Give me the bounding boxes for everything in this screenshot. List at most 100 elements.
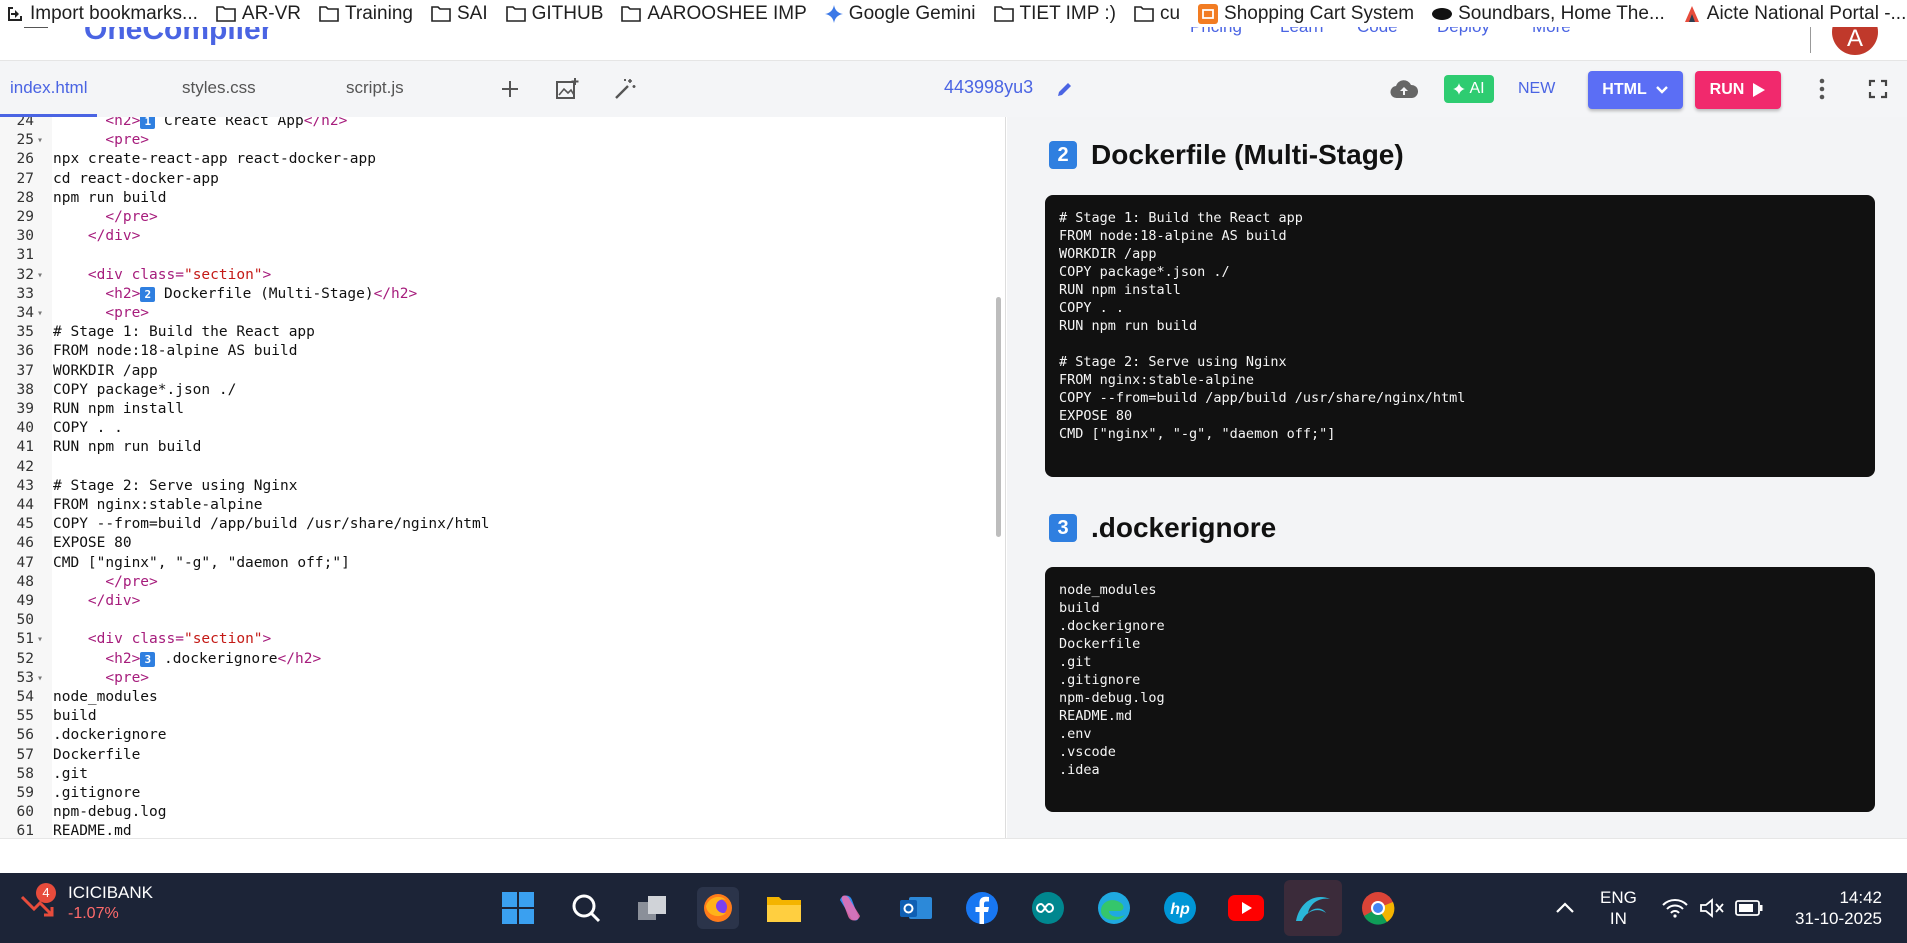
code-line[interactable]: 32 ▾ <div class="section"> [0,266,1000,285]
code-line[interactable]: 50 [0,611,1000,630]
code-line[interactable]: 47 CMD ["nginx", "-g", "daemon off;"] [0,554,1000,573]
bookmark-folder-aarooshee[interactable]: AAROOSHEE IMP [621,3,807,25]
stock-widget[interactable]: 4 ICICIBANK -1.07% [20,883,153,927]
code-line[interactable]: 52 <h2> 3 .dockerignore</h2> [0,650,1000,669]
fold-arrow-icon[interactable]: ▾ [37,131,43,150]
tab-styles-css[interactable]: styles.css [182,61,256,117]
code-line[interactable]: 36 FROM node:18-alpine AS build [0,342,1000,361]
tab-index-html[interactable]: index.html [0,61,98,117]
volume-muted-icon[interactable] [1691,887,1733,929]
code-line[interactable]: 33 <h2> 2 Dockerfile (Multi-Stage)</h2> [0,285,1000,304]
code-line[interactable]: 53 ▾ <pre> [0,669,1000,688]
wifi-icon[interactable] [1654,887,1696,929]
run-button[interactable]: RUN [1695,71,1781,109]
code-line[interactable]: 38 COPY package*.json ./ [0,381,1000,400]
hp-icon[interactable]: hp [1159,887,1201,929]
bookmark-gemini[interactable]: Google Gemini [824,3,976,25]
nav-more[interactable]: More [1532,27,1571,37]
code-line[interactable]: 51 ▾ <div class="section"> [0,630,1000,649]
code-line[interactable]: 41 RUN npm run build [0,438,1000,457]
tab-script-js[interactable]: script.js [346,61,404,117]
bookmark-folder-cu[interactable]: cu [1134,3,1180,25]
code-line[interactable]: 61 README.md [0,822,1000,838]
ai-button[interactable]: AI [1444,75,1494,103]
bookmark-aicte[interactable]: Aicte National Portal -... [1683,3,1906,25]
wave-app-icon[interactable] [1284,880,1342,936]
code-line[interactable]: 49 </div> [0,592,1000,611]
arduino-icon[interactable] [1027,887,1069,929]
copilot-icon[interactable] [829,887,871,929]
code-line[interactable]: 40 COPY . . [0,419,1000,438]
add-file-icon[interactable] [496,75,524,103]
outlook-icon[interactable] [895,887,937,929]
code-line[interactable]: 29 </pre> [0,208,1000,227]
language-select-button[interactable]: HTML [1588,71,1683,109]
app-logo[interactable]: OneCompiler [84,27,272,47]
code-line[interactable]: 58 .git [0,765,1000,784]
magic-wand-icon[interactable] [611,75,639,103]
avatar[interactable]: A [1832,27,1878,55]
bookmark-soundbars[interactable]: Soundbars, Home The... [1432,3,1665,25]
chevron-up-icon[interactable] [1544,887,1586,929]
nav-learn[interactable]: Learn [1280,27,1323,37]
code-line[interactable]: 39 RUN npm install [0,400,1000,419]
code-line[interactable]: 45 COPY --from=build /app/build /usr/shar… [0,515,1000,534]
fold-arrow-icon[interactable]: ▾ [37,630,43,649]
code-line[interactable]: 26 npx create-react-app react-docker-app [0,150,1000,169]
code-line[interactable]: 57 Dockerfile [0,746,1000,765]
youtube-icon[interactable] [1225,887,1267,929]
fold-arrow-icon[interactable]: ▾ [37,304,43,323]
hamburger-icon[interactable] [24,27,48,28]
nav-deploy[interactable]: Deploy [1437,27,1490,37]
fold-arrow-icon[interactable]: ▾ [37,669,43,688]
code-line[interactable]: 27 cd react-docker-app [0,170,1000,189]
new-button[interactable]: NEW [1518,80,1555,98]
firefox-icon[interactable] [697,887,739,929]
code-line[interactable]: 37 WORKDIR /app [0,362,1000,381]
edit-pencil-icon[interactable] [1051,75,1079,103]
search-icon[interactable] [565,887,607,929]
chrome-icon[interactable] [1357,887,1399,929]
bookmark-folder-tiet[interactable]: TIET IMP :) [993,3,1116,25]
code-line[interactable]: 60 npm-debug.log [0,803,1000,822]
task-view-icon[interactable] [631,887,673,929]
bookmark-import[interactable]: Import bookmarks... [6,3,198,25]
code-line[interactable]: 55 build [0,707,1000,726]
battery-icon[interactable] [1728,887,1770,929]
bookmark-folder-sai[interactable]: SAI [431,3,488,25]
code-line[interactable]: 35 # Stage 1: Build the React app [0,323,1000,342]
fold-arrow-icon[interactable]: ▾ [37,266,43,285]
windows-start-icon[interactable] [497,887,539,929]
code-line[interactable]: 30 </div> [0,227,1000,246]
code-line[interactable]: 42 [0,458,1000,477]
code-line[interactable]: 54 node_modules [0,688,1000,707]
bookmark-folder-training[interactable]: Training [319,3,413,25]
facebook-icon[interactable] [961,887,1003,929]
fullscreen-icon[interactable] [1864,75,1892,103]
file-explorer-icon[interactable] [763,887,805,929]
bookmark-folder-ar-vr[interactable]: AR-VR [216,3,301,25]
code-line[interactable]: 31 [0,246,1000,265]
code-editor[interactable]: 24 <h2> 1 Create React App</h2> 25 ▾ <pre> 2… [0,117,1006,838]
edge-icon[interactable] [1093,887,1135,929]
code-line[interactable]: 59 .gitignore [0,784,1000,803]
more-options-icon[interactable] [1808,75,1836,103]
editor-scrollbar[interactable] [996,297,1001,537]
code-line[interactable]: 25 ▾ <pre> [0,131,1000,150]
code-line[interactable]: 43 # Stage 2: Serve using Nginx [0,477,1000,496]
code-line[interactable]: 56 .dockerignore [0,726,1000,745]
code-line[interactable]: 28 npm run build [0,189,1000,208]
nav-code[interactable]: Code [1357,27,1398,37]
cloud-upload-icon[interactable] [1390,75,1418,103]
language-indicator[interactable]: ENG IN [1600,887,1637,929]
code-line[interactable]: 48 </pre> [0,573,1000,592]
clock[interactable]: 14:42 31-10-2025 [1786,887,1882,929]
code-line[interactable]: 46 EXPOSE 80 [0,534,1000,553]
add-image-icon[interactable] [553,75,581,103]
nav-pricing[interactable]: Pricing [1190,27,1242,37]
bookmark-folder-github[interactable]: GITHUB [505,3,603,25]
code-line[interactable]: 24 <h2> 1 Create React App</h2> [0,117,1000,131]
bookmark-shopping-cart[interactable]: Shopping Cart System [1198,3,1414,25]
code-line[interactable]: 44 FROM nginx:stable-alpine [0,496,1000,515]
code-line[interactable]: 34 ▾ <pre> [0,304,1000,323]
